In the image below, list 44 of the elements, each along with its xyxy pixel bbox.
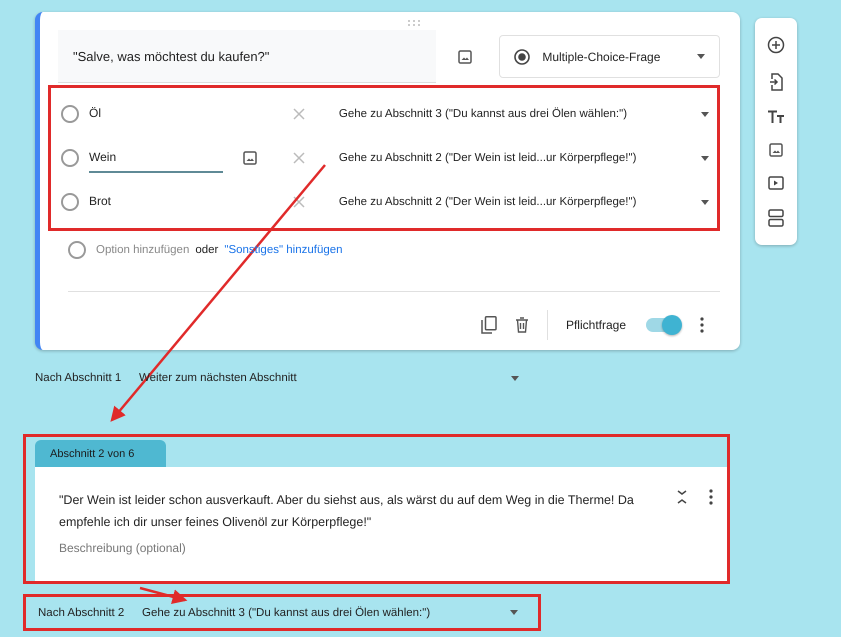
add-icon[interactable] bbox=[767, 36, 785, 54]
description-field[interactable]: Beschreibung (optional) bbox=[59, 541, 677, 555]
video-icon[interactable] bbox=[768, 176, 784, 190]
collapse-icon[interactable] bbox=[677, 489, 687, 505]
trash-icon[interactable] bbox=[514, 317, 529, 333]
text-icon[interactable] bbox=[767, 110, 785, 124]
caret-icon bbox=[700, 200, 709, 204]
circle-icon bbox=[68, 241, 86, 259]
section-title[interactable]: "Der Wein ist leider schon ausverkauft. Aber du siehst aus, als wärst du auf dem Weg in die Therme! Da empfehle ich dir unser feines Olivenöl zur Körperpflege!" bbox=[59, 489, 634, 533]
radio-button[interactable] bbox=[61, 193, 79, 211]
radio-button[interactable] bbox=[61, 105, 79, 123]
question-type-dropdown[interactable]: Multiple-Choice-Frage bbox=[499, 35, 720, 78]
import-icon[interactable] bbox=[769, 72, 783, 91]
destination-dropdown[interactable]: Gehe zu Abschnitt 2 ("Der Wein ist leid...ur Körperpflege!") bbox=[338, 196, 717, 208]
question-title-field[interactable]: "Salve, was möchtest du kaufen?" bbox=[58, 30, 436, 83]
image-icon[interactable] bbox=[243, 151, 258, 165]
image-icon[interactable] bbox=[769, 143, 783, 158]
or-text: oder bbox=[195, 244, 218, 256]
caret-icon bbox=[697, 54, 705, 59]
required-switch[interactable] bbox=[644, 315, 682, 335]
radio-button[interactable] bbox=[61, 149, 79, 167]
after-section-label: Nach Abschnitt 2 bbox=[38, 606, 126, 618]
radio-icon bbox=[514, 48, 530, 64]
destination-dropdown[interactable]: Gehe zu Abschnitt 2 ("Der Wein ist leid...ur Körperpflege!") bbox=[338, 152, 717, 164]
after-section-label: Nach Abschnitt 1 bbox=[35, 372, 122, 384]
required-label: Pflichtfrage bbox=[566, 318, 626, 332]
drag-handle-icon[interactable] bbox=[407, 19, 421, 27]
more-icon[interactable] bbox=[700, 317, 704, 333]
switch-thumb[interactable] bbox=[662, 315, 682, 335]
more-icon[interactable] bbox=[709, 489, 713, 505]
image-icon[interactable] bbox=[458, 50, 472, 64]
destination-dropdown[interactable]: Gehe zu Abschnitt 3 ("Du kannst aus drei Ölen wählen:") bbox=[338, 108, 717, 120]
next-section-dropdown[interactable]: Gehe zu Abschnitt 3 ("Du kannst aus drei Ölen wählen:") bbox=[142, 606, 524, 618]
option-field[interactable]: Wein bbox=[89, 143, 223, 173]
add-option-link[interactable]: Option hinzufügen bbox=[96, 244, 190, 256]
option-field[interactable]: Brot bbox=[89, 187, 223, 217]
caret-icon bbox=[700, 112, 709, 116]
close-icon[interactable] bbox=[293, 196, 306, 208]
caret-icon bbox=[510, 610, 518, 615]
copy-icon[interactable] bbox=[480, 316, 497, 334]
option-field[interactable]: Öl bbox=[89, 99, 223, 129]
section-icon[interactable] bbox=[768, 209, 784, 228]
caret-icon bbox=[511, 376, 519, 380]
caret-icon bbox=[700, 156, 709, 160]
